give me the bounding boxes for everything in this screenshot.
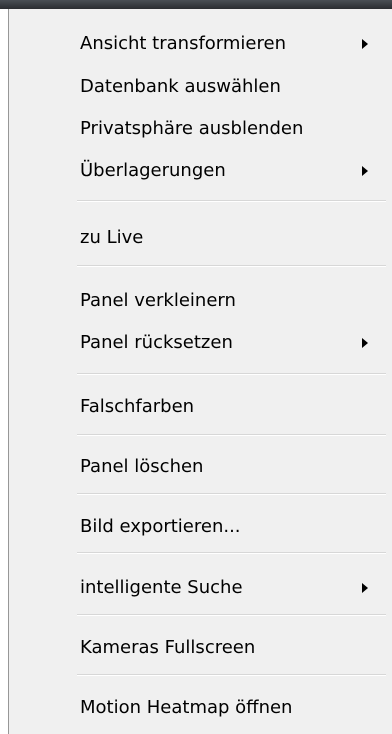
menu-separator	[77, 493, 386, 495]
menu-separator	[77, 434, 386, 436]
menu-item-zu-live[interactable]: zu Live	[10, 219, 392, 257]
menu-separator	[77, 674, 386, 676]
menu-item-panel-loeschen[interactable]: Panel löschen	[10, 448, 392, 486]
menu-item-motion-heatmap-oeffnen[interactable]: Motion Heatmap öffnen	[10, 689, 392, 727]
menu-item-falschfarben[interactable]: Falschfarben	[10, 388, 392, 426]
menu-item-datenbank-auswaehlen[interactable]: Datenbank auswählen	[10, 68, 392, 106]
menu-item-label: Panel löschen	[80, 456, 204, 477]
menu-item-label: Ansicht transformieren	[80, 33, 286, 54]
menu-item-label: Panel verkleinern	[80, 290, 236, 311]
menu-item-panel-verkleinern[interactable]: Panel verkleinern	[10, 282, 392, 320]
menu-item-ansicht-transformieren[interactable]: Ansicht transformieren	[10, 25, 392, 63]
menu-separator	[77, 373, 386, 375]
menu-item-label: Kameras Fullscreen	[80, 637, 256, 658]
chevron-right-icon	[362, 338, 368, 348]
menu-separator	[77, 200, 386, 202]
menu-item-label: Panel rücksetzen	[80, 332, 233, 353]
menu-item-label: zu Live	[80, 227, 144, 248]
menu-item-label: Falschfarben	[80, 396, 195, 417]
menu-item-label: Überlagerungen	[80, 160, 226, 181]
menu-separator	[77, 552, 386, 554]
chevron-right-icon	[362, 583, 368, 593]
menu-item-label: Privatsphäre ausblenden	[80, 118, 304, 139]
chevron-right-icon	[362, 166, 368, 176]
menu-item-kameras-fullscreen[interactable]: Kameras Fullscreen	[10, 629, 392, 667]
menu-item-intelligente-suche[interactable]: intelligente Suche	[10, 569, 392, 607]
menu-item-bild-exportieren[interactable]: Bild exportieren...	[10, 508, 392, 546]
context-menu: Ansicht transformieren Datenbank auswähl…	[8, 9, 392, 734]
menu-item-label: Bild exportieren...	[80, 516, 241, 537]
chevron-right-icon	[362, 39, 368, 49]
menu-item-label: Motion Heatmap öffnen	[80, 697, 293, 718]
window-top-edge	[0, 0, 392, 9]
menu-item-label: Datenbank auswählen	[80, 76, 281, 97]
menu-separator	[77, 614, 386, 616]
menu-item-panel-ruecksetzen[interactable]: Panel rücksetzen	[10, 324, 392, 362]
menu-item-label: intelligente Suche	[80, 577, 243, 598]
menu-item-ueberlagerungen[interactable]: Überlagerungen	[10, 152, 392, 190]
menu-item-privatsphaere-ausblenden[interactable]: Privatsphäre ausblenden	[10, 110, 392, 148]
menu-separator	[77, 265, 386, 267]
